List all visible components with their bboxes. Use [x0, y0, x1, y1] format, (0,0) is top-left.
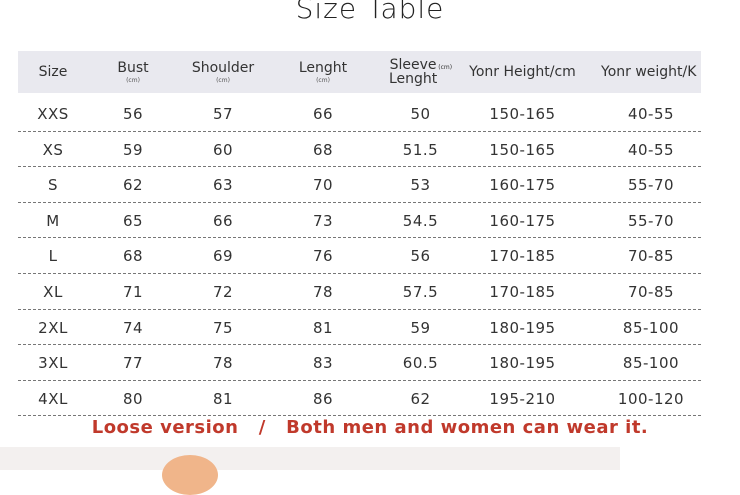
model-photo-strip: [0, 447, 620, 470]
cell-shoulder: 72: [212, 282, 234, 301]
cell-weight: 55-70: [627, 211, 675, 230]
cell-sleeve-length: 59: [410, 318, 431, 337]
cell-length: 68: [312, 140, 334, 159]
cell-length: 66: [312, 105, 334, 123]
cell-weight: 55-70: [627, 176, 675, 195]
size-table-body: XXS 56 57 66 50 150-165 40-55 XS 59 60 68 51.5 150-1…: [18, 96, 701, 417]
cell-height: 160-175: [489, 176, 556, 195]
cell-length: 81: [312, 318, 334, 337]
cell-bust: 80: [122, 389, 144, 408]
cell-shoulder: 66: [212, 211, 234, 230]
header-size: Size: [23, 51, 83, 93]
cell-height: 170-185: [489, 282, 556, 301]
cell-shoulder: 69: [212, 247, 234, 266]
header-sleeve-unit: (cm): [438, 63, 453, 71]
table-row: XS 59 60 68 51.5 150-165 40-55: [18, 132, 701, 168]
cell-shoulder: 57: [212, 105, 234, 123]
cell-bust: 62: [122, 176, 144, 195]
cell-shoulder: 81: [212, 389, 234, 408]
cell-weight: 85-100: [622, 318, 680, 337]
header-bust-label: Bust: [117, 60, 149, 76]
cell-bust: 77: [122, 354, 144, 373]
header-length: Lenght (cm): [278, 51, 368, 93]
header-length-label: Lenght: [298, 60, 348, 76]
cell-sleeve-length: 54.5: [402, 211, 439, 230]
cell-size: M: [46, 211, 60, 230]
cell-sleeve-length: 57.5: [402, 282, 439, 301]
cell-height: 170-185: [489, 247, 556, 266]
cell-sleeve-length: 62: [410, 389, 431, 408]
cell-weight: 85-100: [622, 354, 680, 373]
cell-weight: 40-55: [627, 140, 675, 159]
table-row: M 65 66 73 54.5 160-175 55-70: [18, 203, 701, 239]
cell-weight: 70-85: [627, 282, 675, 301]
cell-shoulder: 60: [212, 140, 234, 159]
cell-size: XXS: [37, 105, 69, 123]
cell-height: 150-165: [489, 140, 556, 159]
cell-length: 73: [312, 211, 334, 230]
cell-height: 180-195: [489, 354, 556, 373]
fit-note: Loose version / Both men and women can w…: [91, 417, 649, 438]
table-header: Size Bust (cm) Shoulder (cm) Lenght (cm)…: [18, 51, 701, 93]
cell-sleeve-length: 60.5: [402, 354, 439, 373]
cell-size: XS: [42, 140, 64, 159]
cell-size: 2XL: [38, 318, 68, 337]
header-shoulder-unit: (cm): [216, 77, 230, 84]
cell-length: 86: [312, 389, 334, 408]
table-row: 4XL 80 81 86 62 195-210 100-120: [18, 381, 701, 417]
page-title: Size Table: [295, 0, 445, 25]
cell-bust: 59: [122, 140, 144, 159]
cell-size: 4XL: [38, 389, 68, 408]
header-length-unit: (cm): [316, 77, 330, 84]
cell-bust: 71: [122, 282, 144, 301]
cell-bust: 56: [122, 105, 144, 123]
cell-bust: 65: [122, 211, 144, 230]
header-shoulder: Shoulder (cm): [178, 51, 268, 93]
table-row: L 68 69 76 56 170-185 70-85: [18, 238, 701, 274]
cell-bust: 68: [122, 247, 144, 266]
model-photo-skin: [162, 455, 218, 495]
cell-weight: 100-120: [617, 389, 685, 408]
cell-sleeve-length: 50: [410, 105, 431, 123]
cell-size: S: [47, 176, 59, 195]
cell-height: 150-165: [489, 105, 556, 123]
cell-sleeve-length: 53: [410, 176, 431, 195]
header-height-label: Yonr Height/cm: [469, 64, 576, 80]
header-weight: Yonr weight/K: [601, 51, 701, 93]
header-sleeve-label-1: Sleeve: [389, 57, 437, 73]
cell-size: L: [48, 247, 58, 266]
cell-weight: 40-55: [627, 105, 675, 123]
header-size-label: Size: [38, 64, 68, 80]
table-row: XL 71 72 78 57.5 170-185 70-85: [18, 274, 701, 310]
cell-length: 76: [312, 247, 334, 266]
cell-height: 195-210: [489, 389, 556, 408]
cell-shoulder: 75: [212, 318, 234, 337]
table-row: S 62 63 70 53 160-175 55-70: [18, 167, 701, 203]
cell-sleeve-length: 51.5: [402, 140, 439, 159]
header-weight-label: Yonr weight/K: [601, 64, 697, 80]
table-row: 3XL 77 78 83 60.5 180-195 85-100: [18, 345, 701, 381]
cell-bust: 74: [122, 318, 144, 337]
cell-height: 180-195: [489, 318, 556, 337]
cell-size: 3XL: [38, 354, 68, 373]
header-sleeve-label-2: Lenght: [388, 71, 438, 87]
cell-length: 78: [312, 282, 334, 301]
cell-sleeve-length: 56: [410, 247, 431, 266]
header-sleeve-length: Sleeve Lenght (cm): [378, 51, 463, 93]
cell-shoulder: 78: [212, 354, 234, 373]
header-height: Yonr Height/cm: [465, 51, 580, 93]
cell-length: 83: [312, 354, 334, 373]
cell-size: XL: [43, 282, 63, 301]
cell-weight: 70-85: [627, 247, 675, 266]
header-bust-unit: (cm): [126, 77, 140, 84]
table-row: XXS 56 57 66 50 150-165 40-55: [18, 96, 701, 132]
header-bust: Bust (cm): [93, 51, 173, 93]
table-row: 2XL 74 75 81 59 180-195 85-100: [18, 310, 701, 346]
cell-length: 70: [312, 176, 334, 195]
cell-height: 160-175: [489, 211, 556, 230]
header-shoulder-label: Shoulder: [191, 60, 255, 76]
cell-shoulder: 63: [212, 176, 234, 195]
